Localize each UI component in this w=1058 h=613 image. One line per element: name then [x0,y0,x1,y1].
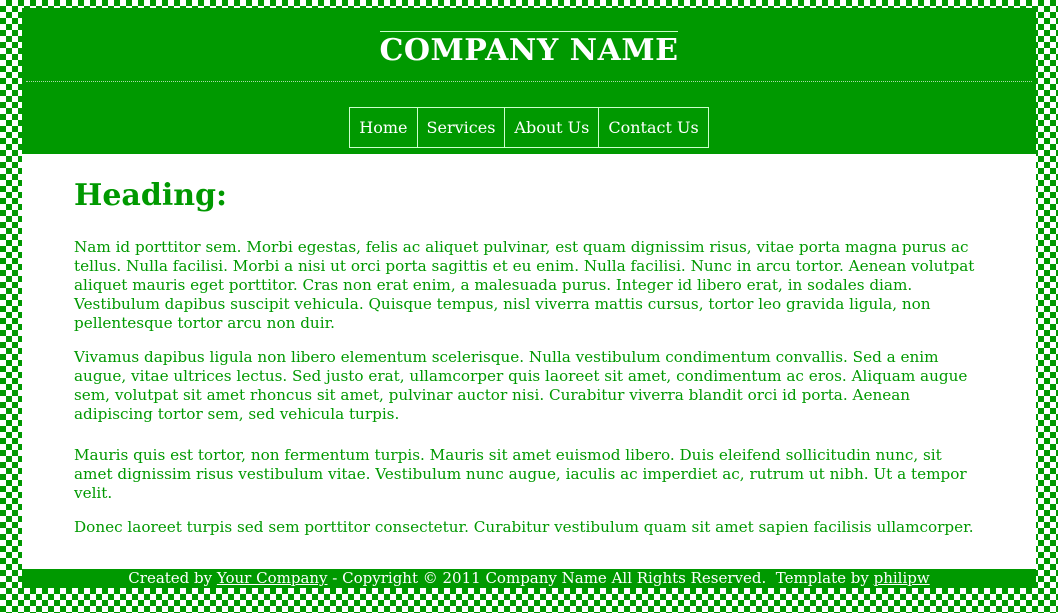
footer-company-link[interactable]: Your Company [217,569,328,587]
page-container: COMPANY NAME Home Services About Us Cont… [22,8,1036,588]
paragraph-4: Donec laoreet turpis sed sem porttitor c… [74,518,974,536]
site-title-text: COMPANY NAME [379,31,679,68]
nav-item-services[interactable]: Services [416,107,506,148]
nav-item-home[interactable]: Home [349,107,418,148]
paragraph-1: Nam id porttitor sem. Morbi egestas, fel… [74,238,975,332]
content-heading: Heading: [74,178,228,213]
footer-copyright: - Copyright © 2011 Company Name All Righ… [327,569,874,587]
paragraph-2: Vivamus dapibus ligula non libero elemen… [74,348,968,423]
paragraph-3: Mauris quis est tortor, non fermentum tu… [74,446,967,502]
header-divider [26,81,1032,82]
main-content: Heading: Nam id porttitor sem. Morbi ege… [74,174,984,552]
main-nav: Home Services About Us Contact Us [22,107,1036,148]
site-footer: Created by Your Company - Copyright © 20… [22,569,1036,588]
nav-item-about-us[interactable]: About Us [504,107,600,148]
site-header: COMPANY NAME Home Services About Us Cont… [22,8,1036,154]
footer-created-by: Created by [128,569,217,587]
footer-author-link[interactable]: philipw [874,569,930,587]
site-title: COMPANY NAME [22,30,1036,68]
nav-item-contact-us[interactable]: Contact Us [598,107,709,148]
